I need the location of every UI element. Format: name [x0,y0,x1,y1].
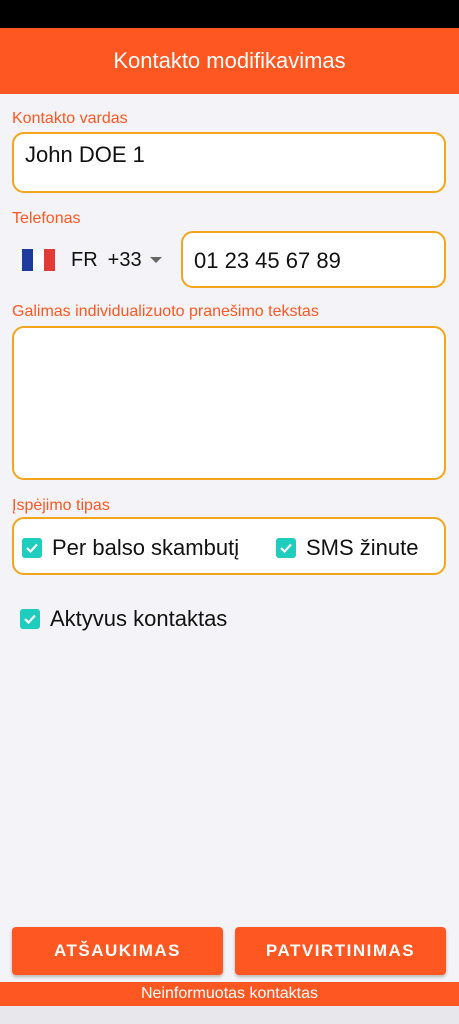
alert-type-group: Per balso skambutį SMS žinute [12,517,446,575]
voice-call-label: Per balso skambutį [52,535,240,560]
cancel-button[interactable]: ATŠAUKIMAS [12,927,223,975]
sms-option[interactable]: SMS žinute [276,535,419,561]
voice-call-checkbox[interactable] [22,538,42,558]
phone-number-field[interactable]: 01 23 45 67 89 [181,231,446,288]
chevron-down-icon [149,257,162,263]
sms-label: SMS žinute [306,535,419,560]
contact-name-label: Kontakto vardas [12,110,128,127]
phone-label: Telefonas [12,210,81,227]
dial-code: +33 [107,248,142,271]
page-title: Kontakto modifikavimas [113,48,346,73]
status-footer-text: Neinformuotas kontaktas [141,985,318,1002]
status-bar [0,0,459,28]
france-flag-icon [22,249,55,271]
alert-type-label: Įspėjimo tipas [12,497,110,514]
message-input[interactable] [14,328,444,478]
contact-name-field[interactable]: John DOE 1 [12,132,446,193]
active-contact-checkbox[interactable] [20,609,40,629]
country-picker[interactable]: FR +33 [22,244,162,276]
country-code: FR [71,248,98,271]
message-field[interactable] [12,326,446,480]
contact-name-value: John DOE 1 [25,142,145,167]
navigation-bar [0,1006,459,1024]
confirm-button[interactable]: PATVIRTINIMAS [235,927,446,975]
active-contact-option[interactable]: Aktyvus kontaktas [20,606,227,632]
active-contact-label: Aktyvus kontaktas [50,606,228,631]
phone-number-value: 01 23 45 67 89 [194,248,341,273]
voice-call-option[interactable]: Per balso skambutį [22,535,239,561]
sms-checkbox[interactable] [276,538,296,558]
app-header: Kontakto modifikavimas [0,28,459,94]
message-label: Galimas individualizuoto pranešimo tekst… [12,303,319,320]
status-footer: Neinformuotas kontaktas [0,982,459,1006]
